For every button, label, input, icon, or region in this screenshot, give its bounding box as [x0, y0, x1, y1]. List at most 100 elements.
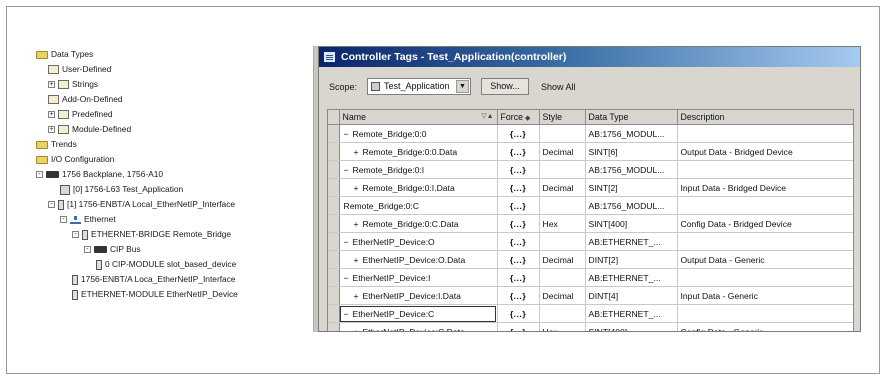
- row-selector[interactable]: [328, 142, 340, 161]
- description-cell[interactable]: [677, 196, 853, 215]
- data-type-cell[interactable]: AB:1756_MODUL...: [585, 160, 678, 179]
- data-type-cell[interactable]: AB:ETHERNET_...: [585, 268, 678, 287]
- data-type-cell[interactable]: DINT[2]: [585, 250, 678, 269]
- table-row[interactable]: + EtherNetIP_Device:C.Data {...} Hex SINT[40…: [328, 322, 853, 332]
- row-selector[interactable]: [328, 160, 340, 179]
- expand-icon[interactable]: +: [354, 327, 359, 332]
- data-type-cell[interactable]: SINT[400]: [585, 214, 678, 233]
- data-type-cell[interactable]: AB:ETHERNET_...: [585, 304, 678, 323]
- tree-item[interactable]: ETHERNET-MODULE EtherNetIP_Device: [72, 288, 238, 300]
- chevron-down-icon[interactable]: ▼: [456, 80, 469, 93]
- row-selector[interactable]: [328, 304, 340, 323]
- data-type-cell[interactable]: SINT[6]: [585, 142, 678, 161]
- tree-item[interactable]: + Module-Defined: [48, 123, 131, 135]
- force-cell[interactable]: {...}: [497, 196, 540, 215]
- table-row[interactable]: + Remote_Bridge:0:C.Data {...} Hex SINT[400]…: [328, 214, 853, 233]
- table-row[interactable]: − EtherNetIP_Device:O {...} AB:ETHERNET_...: [328, 232, 853, 251]
- collapse-icon[interactable]: -: [84, 246, 91, 254]
- tree-item[interactable]: 0 CIP-MODULE slot_based_device: [96, 258, 236, 270]
- force-cell[interactable]: {...}: [497, 142, 540, 161]
- data-type-cell[interactable]: SINT[400]: [585, 322, 678, 331]
- force-cell[interactable]: {...}: [497, 124, 540, 143]
- force-cell[interactable]: {...}: [497, 160, 540, 179]
- tree-item[interactable]: - [1] 1756-ENBT/A Local_EtherNetIP_Interf…: [48, 198, 235, 210]
- description-cell[interactable]: [677, 304, 853, 323]
- description-cell[interactable]: [677, 232, 853, 251]
- tag-name-cell[interactable]: − EtherNetIP_Device:I: [339, 268, 498, 287]
- tree-item[interactable]: Trends: [36, 138, 77, 150]
- row-selector[interactable]: [328, 196, 340, 215]
- table-row[interactable]: + Remote_Bridge:0:I.Data {...} Decimal SINT[…: [328, 178, 853, 197]
- description-cell[interactable]: Config Data - Generic: [677, 322, 853, 331]
- description-cell[interactable]: Config Data - Bridged Device: [677, 214, 853, 233]
- tree-item[interactable]: [0] 1756-L63 Test_Application: [60, 183, 183, 195]
- tag-name-cell[interactable]: + Remote_Bridge:0:C.Data: [339, 214, 498, 233]
- force-cell[interactable]: {...}: [497, 322, 540, 331]
- data-type-cell[interactable]: DINT[4]: [585, 286, 678, 305]
- tree-item[interactable]: 1756-ENBT/A Loca_EtherNetIP_Interface: [72, 273, 236, 285]
- style-cell[interactable]: [539, 232, 586, 251]
- data-type-cell[interactable]: SINT[2]: [585, 178, 678, 197]
- tree-item[interactable]: + Predefined: [48, 108, 113, 120]
- style-cell[interactable]: [539, 268, 586, 287]
- scope-dropdown[interactable]: Test_Application ▼: [367, 78, 471, 95]
- tree-item[interactable]: I/O Configuration: [36, 153, 114, 165]
- table-row[interactable]: Remote_Bridge:0:C {...} AB:1756_MODUL...: [328, 196, 853, 215]
- tree-item[interactable]: - Ethernet: [60, 213, 116, 225]
- column-header-name[interactable]: Name ▽▲: [339, 110, 498, 125]
- row-selector[interactable]: [328, 232, 340, 251]
- table-row[interactable]: − EtherNetIP_Device:C {...} AB:ETHERNET_...: [328, 304, 853, 323]
- column-header-style[interactable]: Style: [539, 110, 586, 125]
- column-header-description[interactable]: Description: [677, 110, 853, 125]
- expand-icon[interactable]: +: [48, 111, 55, 119]
- expand-icon[interactable]: +: [354, 219, 359, 229]
- window-titlebar[interactable]: Controller Tags - Test_Application(contr…: [319, 47, 860, 67]
- show-all-button[interactable]: Show All: [541, 81, 576, 93]
- description-cell[interactable]: Input Data - Bridged Device: [677, 178, 853, 197]
- tree-item[interactable]: - CIP Bus: [84, 243, 141, 255]
- style-cell[interactable]: [539, 124, 586, 143]
- row-selector[interactable]: [328, 214, 340, 233]
- show-button[interactable]: Show...: [481, 78, 529, 95]
- tag-name-cell[interactable]: − EtherNetIP_Device:C: [339, 304, 498, 323]
- tag-name-cell[interactable]: + Remote_Bridge:0:0.Data: [339, 142, 498, 161]
- tree-item[interactable]: Add-On-Defined: [48, 93, 123, 105]
- description-cell[interactable]: Output Data - Bridged Device: [677, 142, 853, 161]
- force-cell[interactable]: {...}: [497, 286, 540, 305]
- tag-name-cell[interactable]: − EtherNetIP_Device:O: [339, 232, 498, 251]
- style-cell[interactable]: [539, 196, 586, 215]
- style-cell[interactable]: Decimal: [539, 142, 586, 161]
- description-cell[interactable]: Input Data - Generic: [677, 286, 853, 305]
- row-selector[interactable]: [328, 178, 340, 197]
- row-selector[interactable]: [328, 322, 340, 331]
- style-cell[interactable]: Decimal: [539, 286, 586, 305]
- description-cell[interactable]: [677, 124, 853, 143]
- tag-name-cell[interactable]: Remote_Bridge:0:C: [339, 196, 498, 215]
- style-cell[interactable]: [539, 304, 586, 323]
- project-tree[interactable]: Data Types User-Defined + Strings Add-On-Def…: [30, 46, 315, 308]
- force-cell[interactable]: {...}: [497, 268, 540, 287]
- table-row[interactable]: + EtherNetIP_Device:O.Data {...} Decimal DIN…: [328, 250, 853, 269]
- row-selector[interactable]: [328, 124, 340, 143]
- data-type-cell[interactable]: AB:1756_MODUL...: [585, 196, 678, 215]
- tree-item[interactable]: - 1756 Backplane, 1756-A10: [36, 168, 163, 180]
- row-selector[interactable]: [328, 268, 340, 287]
- expand-icon[interactable]: +: [48, 126, 55, 134]
- description-cell[interactable]: [677, 160, 853, 179]
- style-cell[interactable]: Hex: [539, 322, 586, 331]
- force-cell[interactable]: {...}: [497, 214, 540, 233]
- collapse-icon[interactable]: -: [72, 231, 79, 239]
- force-cell[interactable]: {...}: [497, 178, 540, 197]
- column-header-force[interactable]: Force ◆: [497, 110, 540, 125]
- style-cell[interactable]: Decimal: [539, 250, 586, 269]
- tags-grid[interactable]: Name ▽▲ Force ◆ Style Data Type Descriptio…: [327, 109, 854, 332]
- filter-icon[interactable]: ▽▲: [481, 112, 493, 120]
- tag-name-cell[interactable]: + Remote_Bridge:0:I.Data: [339, 178, 498, 197]
- expand-icon[interactable]: +: [354, 255, 359, 265]
- description-cell[interactable]: [677, 268, 853, 287]
- tree-item[interactable]: Data Types: [36, 48, 93, 60]
- style-cell[interactable]: Decimal: [539, 178, 586, 197]
- tag-name-cell[interactable]: + EtherNetIP_Device:C.Data: [339, 322, 498, 332]
- expand-icon[interactable]: +: [354, 147, 359, 157]
- description-cell[interactable]: Output Data - Generic: [677, 250, 853, 269]
